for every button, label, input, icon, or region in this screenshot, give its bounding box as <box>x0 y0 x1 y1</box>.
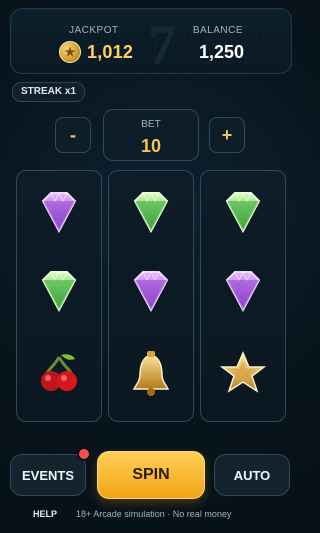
reel-2 <box>108 170 194 422</box>
reel-3 <box>200 170 286 422</box>
disclaimer-text: 18+ Arcade simulation · No real money <box>76 509 232 519</box>
streak-badge: STREAK x1 <box>12 82 86 102</box>
bet-increase-button[interactable]: + <box>209 117 245 153</box>
reel-1 <box>16 170 102 422</box>
purple-diamond-icon <box>125 266 177 318</box>
auto-button[interactable]: AUTO <box>214 454 290 496</box>
green-diamond-icon <box>217 187 269 239</box>
bet-display: BET 10 <box>103 109 199 161</box>
events-button[interactable]: EVENTS <box>10 449 89 496</box>
green-diamond-icon <box>125 187 177 239</box>
jackpot-value: 1,012 <box>87 41 134 62</box>
balance-value: 1,250 <box>198 42 244 62</box>
cherry-icon <box>31 347 87 403</box>
coin-icon: ★ <box>59 41 81 63</box>
bet-label: BET <box>141 119 161 130</box>
balance-label: BALANCE <box>192 25 243 36</box>
bell-icon <box>122 345 180 403</box>
header-panel: 7 JACKPOT ★ 1,012 BALANCE 1,250 <box>10 8 292 74</box>
green-diamond-icon <box>33 266 85 318</box>
jackpot-row: ★ 1,012 <box>59 41 133 63</box>
spin-button[interactable]: SPIN <box>97 451 205 499</box>
purple-diamond-icon <box>33 187 85 239</box>
jackpot-label: JACKPOT <box>69 25 119 36</box>
events-label: EVENTS <box>21 467 74 483</box>
bet-decrease-button[interactable]: - <box>55 117 91 153</box>
seven-decoration: 7 <box>148 14 176 74</box>
star-icon <box>215 347 271 403</box>
bet-value: 10 <box>140 136 162 156</box>
help-link[interactable]: HELP <box>33 509 57 519</box>
notification-dot <box>79 449 89 459</box>
purple-diamond-icon <box>217 266 269 318</box>
